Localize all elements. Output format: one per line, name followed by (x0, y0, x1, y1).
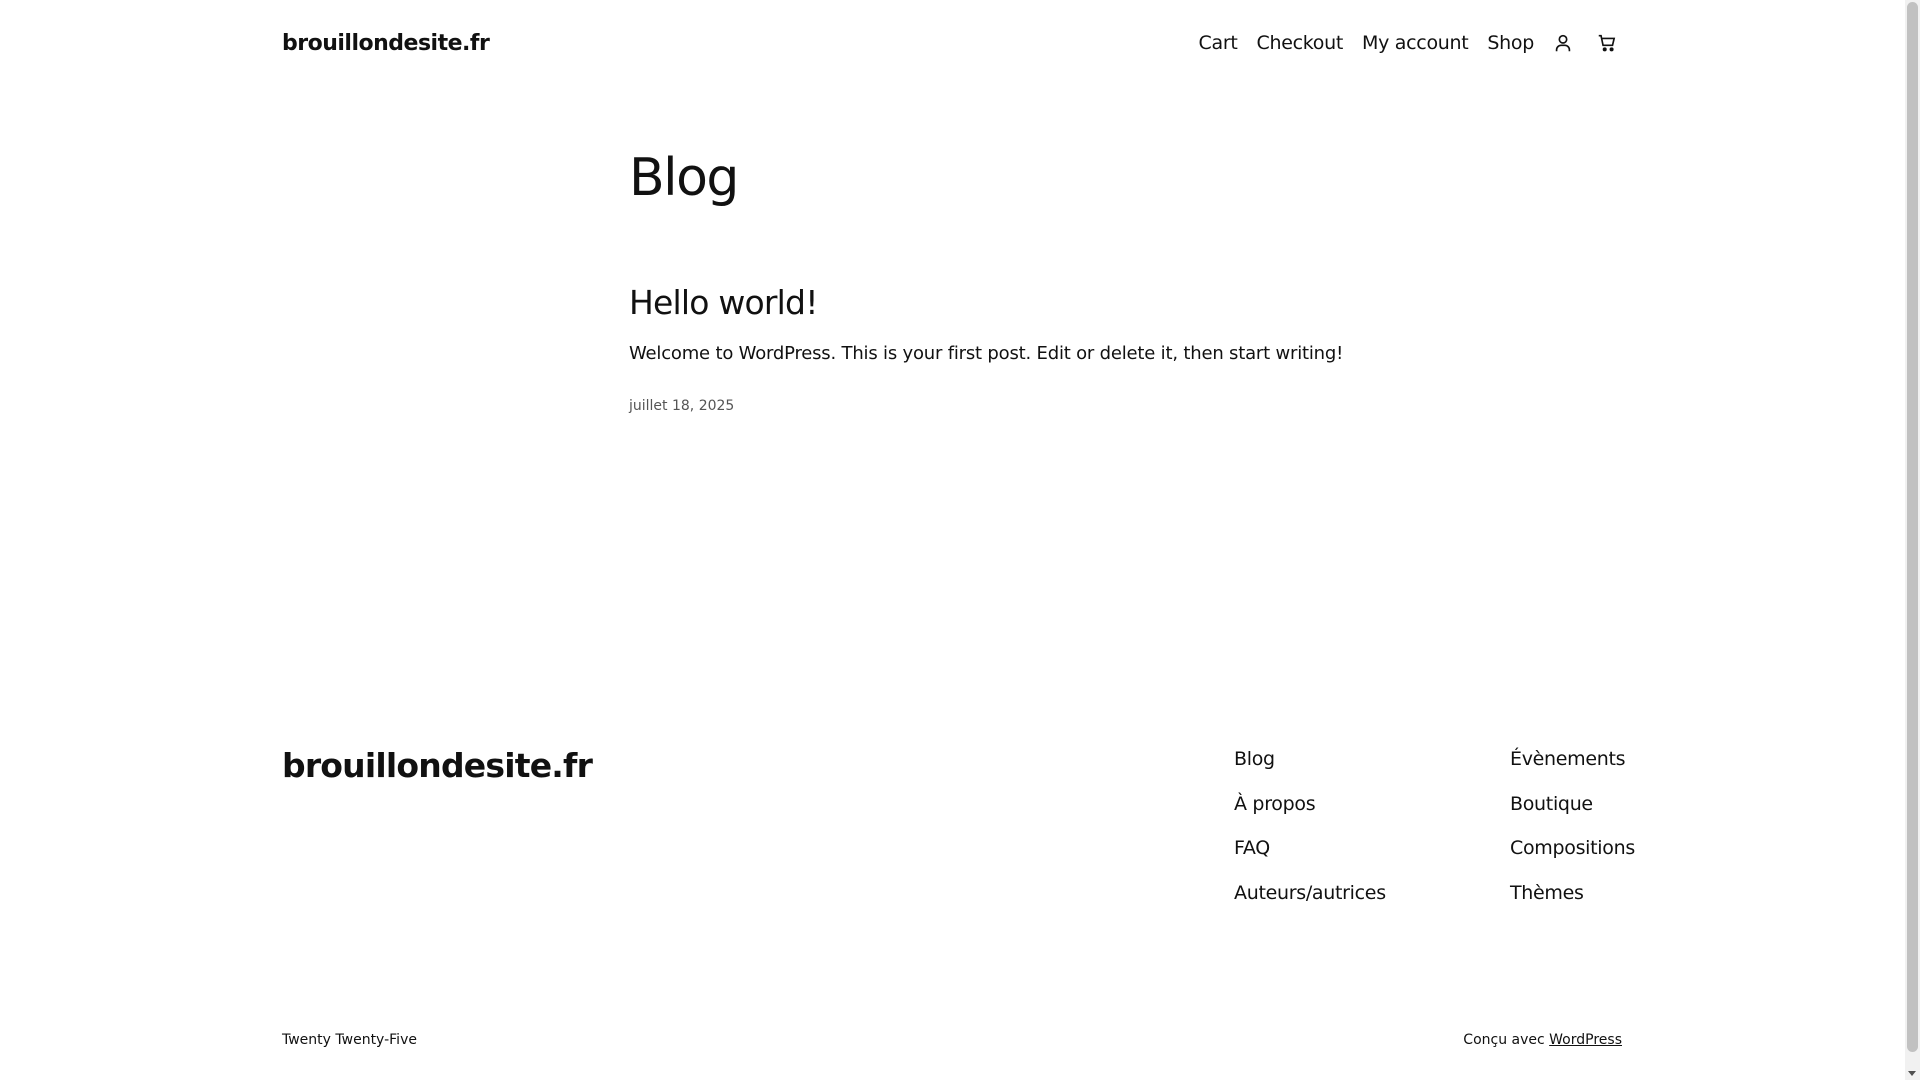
nav-shop[interactable]: Shop (1487, 32, 1534, 54)
footer-link-compositions[interactable]: Compositions (1510, 829, 1635, 874)
main-content: Blog Hello world! Welcome to WordPress. … (629, 148, 1429, 414)
vertical-scrollbar[interactable] (1905, 0, 1920, 1080)
footer-site-title-link[interactable]: brouillondesite.fr (282, 746, 593, 785)
footer-nav-column-2: Évènements Boutique Compositions Thèmes (1510, 740, 1635, 918)
site-title-link[interactable]: brouillondesite.fr (282, 31, 490, 56)
theme-name: Twenty Twenty-Five (282, 1032, 417, 1048)
wordpress-link[interactable]: WordPress (1549, 1032, 1622, 1048)
post-date[interactable]: juillet 18, 2025 (629, 398, 1429, 414)
scrollbar-thumb[interactable] (1907, 2, 1918, 1052)
footer-link-faq[interactable]: FAQ (1234, 829, 1386, 874)
cart-icon[interactable] (1592, 28, 1622, 58)
credit-prefix: Conçu avec (1463, 1032, 1550, 1048)
footer-link-a-propos[interactable]: À propos (1234, 785, 1386, 830)
footer-link-auteurs[interactable]: Auteurs/autrices (1234, 874, 1386, 919)
credit: Conçu avec WordPress (1463, 1032, 1622, 1048)
footer-bottom-bar: Twenty Twenty-Five Conçu avec WordPress (282, 1032, 1622, 1048)
nav-cart[interactable]: Cart (1199, 32, 1238, 54)
post-item: Hello world! Welcome to WordPress. This … (629, 284, 1429, 414)
nav-checkout[interactable]: Checkout (1257, 32, 1344, 54)
site-header: brouillondesite.fr Cart Checkout My acco… (282, 22, 1622, 64)
footer-link-themes[interactable]: Thèmes (1510, 874, 1635, 919)
page-title: Blog (629, 148, 739, 208)
nav-my-account[interactable]: My account (1362, 32, 1469, 54)
footer-link-evenements[interactable]: Évènements (1510, 740, 1635, 785)
post-title-link[interactable]: Hello world! (629, 284, 1429, 321)
footer-nav-column-1: Blog À propos FAQ Auteurs/autrices (1234, 740, 1386, 918)
footer-link-boutique[interactable]: Boutique (1510, 785, 1635, 830)
primary-nav: Cart Checkout My account Shop (1180, 28, 1622, 58)
footer-link-blog[interactable]: Blog (1234, 740, 1386, 785)
site-footer: brouillondesite.fr Blog À propos FAQ Aut… (282, 740, 1635, 920)
scroll-down-arrow-icon[interactable] (1908, 1071, 1916, 1076)
post-excerpt: Welcome to WordPress. This is your first… (629, 343, 1344, 365)
user-icon[interactable] (1548, 28, 1578, 58)
